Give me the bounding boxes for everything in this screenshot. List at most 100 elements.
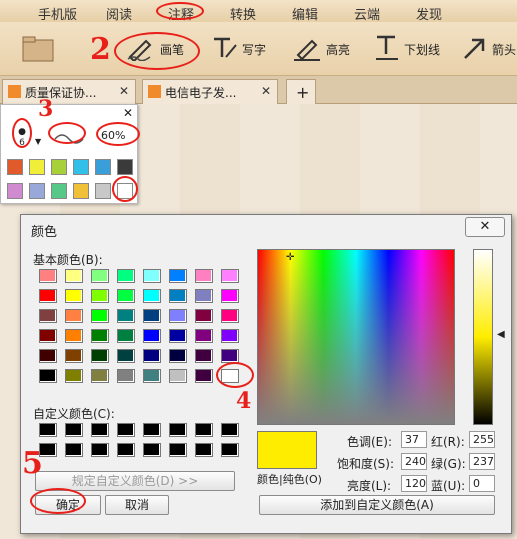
custom-color-cell[interactable] — [117, 443, 135, 457]
custom-color-cell[interactable] — [65, 423, 83, 437]
basic-color-cell[interactable] — [195, 289, 213, 303]
basic-color-cell[interactable] — [169, 369, 187, 383]
doc-tab-2[interactable]: 电信电子发... ✕ — [142, 79, 278, 104]
custom-color-cell[interactable] — [143, 443, 161, 457]
basic-color-cell[interactable] — [39, 329, 57, 343]
color-spectrum[interactable]: ✛ — [257, 249, 455, 425]
basic-color-cell[interactable] — [65, 349, 83, 363]
basic-color-cell[interactable] — [143, 349, 161, 363]
color-swatch[interactable] — [117, 159, 133, 175]
custom-color-cell[interactable] — [221, 423, 239, 437]
close-icon[interactable]: ✕ — [261, 84, 271, 98]
close-icon[interactable]: ✕ — [123, 106, 133, 120]
basic-color-cell[interactable] — [221, 329, 239, 343]
tab-mobile[interactable]: 手机版 — [38, 4, 77, 23]
basic-color-cell[interactable] — [195, 309, 213, 323]
tab-convert[interactable]: 转换 — [230, 4, 256, 23]
green-field[interactable]: 237 — [469, 453, 495, 470]
basic-color-cell[interactable] — [169, 289, 187, 303]
custom-color-cell[interactable] — [39, 423, 57, 437]
underline-tool-button[interactable]: 下划线 — [374, 30, 440, 68]
tab-cloud[interactable]: 云端 — [354, 4, 380, 23]
custom-color-cell[interactable] — [117, 423, 135, 437]
basic-color-cell[interactable] — [39, 289, 57, 303]
color-swatch[interactable] — [73, 159, 89, 175]
custom-color-cell[interactable] — [221, 443, 239, 457]
add-custom-button[interactable]: 添加到自定义颜色(A) — [259, 495, 495, 515]
basic-color-cell[interactable] — [221, 269, 239, 283]
hue-field[interactable]: 37 — [401, 431, 427, 448]
red-field[interactable]: 255 — [469, 431, 495, 448]
custom-color-cell[interactable] — [91, 423, 109, 437]
basic-color-cell[interactable] — [117, 269, 135, 283]
color-swatch[interactable] — [51, 159, 67, 175]
basic-color-cell[interactable] — [91, 369, 109, 383]
cancel-button[interactable]: 取消 — [105, 495, 169, 515]
basic-color-cell[interactable] — [169, 269, 187, 283]
blue-field[interactable]: 0 — [469, 475, 495, 492]
basic-color-cell[interactable] — [169, 309, 187, 323]
write-tool-button[interactable]: 写字 — [212, 30, 266, 68]
basic-color-cell[interactable] — [39, 369, 57, 383]
basic-color-cell[interactable] — [39, 349, 57, 363]
highlight-tool-button[interactable]: 高亮 — [292, 30, 350, 68]
color-swatch[interactable] — [95, 183, 111, 199]
basic-color-cell[interactable] — [195, 269, 213, 283]
tab-discover[interactable]: 发现 — [416, 4, 442, 23]
color-swatch[interactable] — [73, 183, 89, 199]
custom-color-cell[interactable] — [195, 443, 213, 457]
basic-color-cell[interactable] — [65, 369, 83, 383]
saturation-field[interactable]: 240 — [401, 453, 427, 470]
color-swatch[interactable] — [29, 183, 45, 199]
custom-color-cell[interactable] — [91, 443, 109, 457]
basic-color-cell[interactable] — [143, 269, 161, 283]
basic-color-cell[interactable] — [221, 309, 239, 323]
color-swatch[interactable] — [7, 183, 23, 199]
basic-color-cell[interactable] — [143, 369, 161, 383]
basic-color-cell[interactable] — [65, 329, 83, 343]
basic-color-cell[interactable] — [143, 329, 161, 343]
basic-color-cell[interactable] — [195, 329, 213, 343]
basic-color-cell[interactable] — [195, 349, 213, 363]
basic-color-cell[interactable] — [143, 309, 161, 323]
color-swatch[interactable] — [29, 159, 45, 175]
basic-color-cell[interactable] — [65, 309, 83, 323]
close-button[interactable]: ✕ — [465, 217, 505, 237]
basic-color-cell[interactable] — [91, 269, 109, 283]
custom-color-cell[interactable] — [143, 423, 161, 437]
basic-color-cell[interactable] — [195, 369, 213, 383]
arrow-tool-button[interactable]: 箭头 — [462, 30, 516, 68]
basic-color-cell[interactable] — [117, 369, 135, 383]
basic-color-cell[interactable] — [39, 309, 57, 323]
basic-color-cell[interactable] — [143, 289, 161, 303]
custom-color-cell[interactable] — [169, 423, 187, 437]
color-swatch[interactable] — [7, 159, 23, 175]
tab-read[interactable]: 阅读 — [106, 4, 132, 23]
folder-icon[interactable] — [22, 30, 54, 68]
slider-arrow-icon[interactable]: ◀ — [497, 329, 505, 340]
color-swatch[interactable] — [51, 183, 67, 199]
custom-color-cell[interactable] — [195, 423, 213, 437]
new-tab-button[interactable]: + — [286, 79, 316, 104]
luminance-slider[interactable] — [473, 249, 493, 425]
basic-color-cell[interactable] — [117, 289, 135, 303]
basic-color-cell[interactable] — [117, 329, 135, 343]
basic-color-cell[interactable] — [117, 309, 135, 323]
basic-color-cell[interactable] — [91, 309, 109, 323]
basic-color-cell[interactable] — [169, 349, 187, 363]
custom-color-cell[interactable] — [65, 443, 83, 457]
basic-color-cell[interactable] — [221, 289, 239, 303]
basic-color-cell[interactable] — [221, 349, 239, 363]
tab-edit[interactable]: 编辑 — [292, 4, 318, 23]
basic-color-cell[interactable] — [91, 349, 109, 363]
doc-tab-1[interactable]: 质量保证协... ✕ — [2, 79, 136, 104]
basic-color-cell[interactable] — [91, 329, 109, 343]
basic-color-cell[interactable] — [65, 289, 83, 303]
color-swatch[interactable] — [95, 159, 111, 175]
basic-color-cell[interactable] — [117, 349, 135, 363]
basic-color-cell[interactable] — [65, 269, 83, 283]
close-icon[interactable]: ✕ — [119, 84, 129, 98]
basic-color-cell[interactable] — [91, 289, 109, 303]
luminance-field[interactable]: 120 — [401, 475, 427, 492]
custom-color-cell[interactable] — [169, 443, 187, 457]
